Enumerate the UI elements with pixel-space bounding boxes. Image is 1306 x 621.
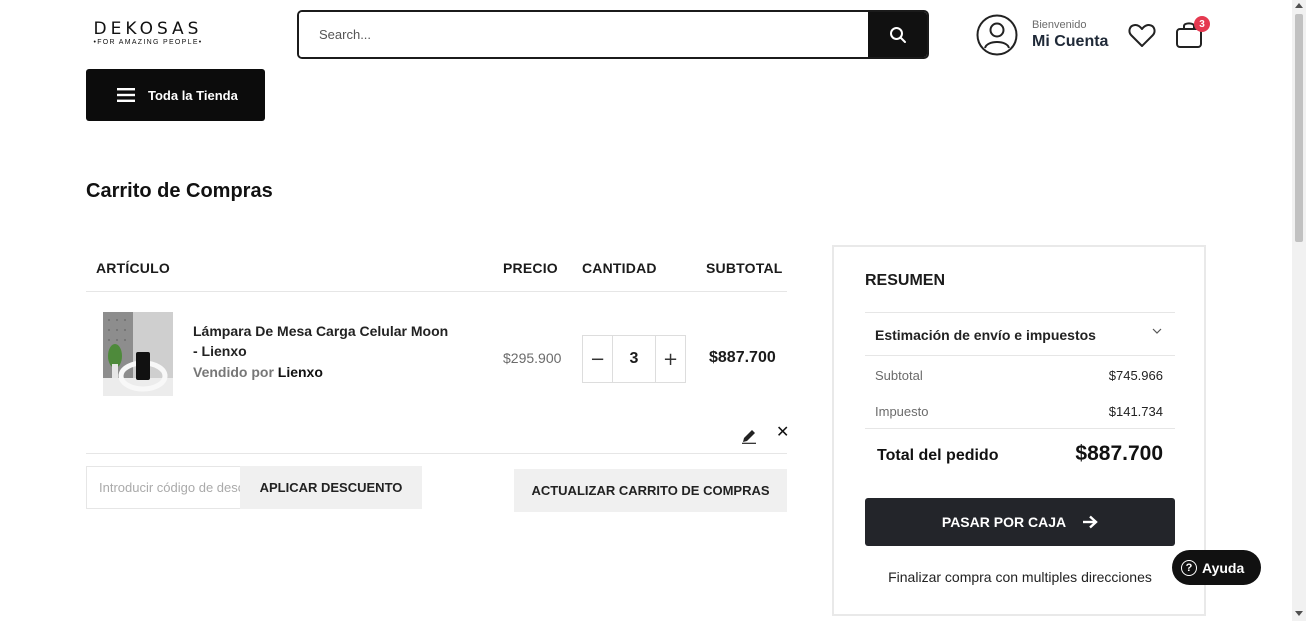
- edit-icon[interactable]: [741, 428, 757, 444]
- account-menu[interactable]: Bienvenido Mi Cuenta: [976, 14, 1108, 56]
- product-price: $295.900: [503, 350, 562, 366]
- help-label: Ayuda: [1202, 559, 1245, 576]
- account-welcome: Bienvenido: [1032, 19, 1087, 31]
- page-title: Carrito de Compras: [86, 180, 273, 202]
- update-cart-button[interactable]: ACTUALIZAR CARRITO DE COMPRAS: [514, 469, 787, 512]
- order-total-value: $887.700: [1075, 442, 1163, 465]
- tax-value: $141.734: [1108, 404, 1163, 419]
- cart-count-badge: 3: [1194, 16, 1210, 32]
- checkout-button[interactable]: PASAR POR CAJA: [865, 498, 1175, 546]
- quantity-increment-button[interactable]: +: [656, 336, 685, 382]
- column-header-item: ARTÍCULO: [96, 260, 170, 276]
- product-subtotal: $887.700: [709, 349, 776, 366]
- product-image[interactable]: [103, 312, 173, 396]
- scroll-up-arrow[interactable]: [1295, 3, 1303, 8]
- sold-by-label: Vendido por: [193, 364, 274, 380]
- close-icon[interactable]: ✕: [776, 424, 790, 440]
- help-button[interactable]: ? Ayuda: [1172, 550, 1261, 585]
- help-icon: ?: [1181, 559, 1197, 576]
- divider: [865, 355, 1175, 356]
- summary-title: RESUMEN: [865, 272, 946, 289]
- quantity-input[interactable]: 3: [612, 336, 656, 382]
- search-bar: [297, 10, 929, 59]
- user-icon: [976, 14, 1018, 56]
- search-icon: [889, 26, 906, 43]
- search-input[interactable]: [299, 12, 871, 57]
- checkout-label: PASAR POR CAJA: [941, 514, 1067, 530]
- menu-icon: [117, 88, 135, 102]
- heart-icon[interactable]: [1127, 20, 1157, 50]
- shipping-estimate-toggle[interactable]: Estimación de envío e impuestos: [875, 327, 1096, 343]
- seller-name[interactable]: Lienxo: [278, 364, 323, 380]
- all-store-label: Toda la Tienda: [148, 87, 238, 103]
- page-scrollbar[interactable]: [1292, 0, 1306, 621]
- arrow-right-icon: [1083, 515, 1098, 529]
- column-header-quantity: CANTIDAD: [582, 260, 657, 276]
- order-total-label: Total del pedido: [877, 447, 999, 464]
- chevron-down-icon[interactable]: [1151, 325, 1163, 337]
- multi-address-checkout-link[interactable]: Finalizar compra con multiples direccion…: [865, 569, 1175, 585]
- divider: [86, 453, 787, 454]
- logo-tagline: •FOR AMAZING PEOPLE•: [93, 39, 203, 46]
- apply-discount-button[interactable]: APLICAR DESCUENTO: [240, 466, 422, 509]
- scroll-thumb[interactable]: [1295, 14, 1303, 242]
- divider: [865, 428, 1175, 429]
- quantity-stepper: − 3 +: [582, 335, 686, 383]
- scroll-down-arrow[interactable]: [1295, 611, 1303, 616]
- tax-label: Impuesto: [875, 404, 929, 419]
- product-photo: [103, 312, 173, 396]
- search-button[interactable]: [868, 12, 927, 57]
- all-store-button[interactable]: Toda la Tienda: [86, 69, 265, 121]
- column-header-price: PRECIO: [503, 260, 558, 276]
- product-seller: Vendido por Lienxo: [193, 364, 323, 380]
- product-name-link[interactable]: Lámpara De Mesa Carga Celular Moon - Lie…: [193, 321, 453, 361]
- logo[interactable]: DEKOSAS •FOR AMAZING PEOPLE•: [90, 20, 206, 46]
- account-name: Mi Cuenta: [1032, 33, 1109, 50]
- subtotal-label: Subtotal: [875, 368, 923, 383]
- subtotal-value: $745.966: [1108, 368, 1163, 383]
- column-header-subtotal: SUBTOTAL: [706, 260, 783, 276]
- divider: [86, 291, 787, 292]
- order-summary: RESUMEN Estimación de envío e impuestos …: [832, 245, 1206, 616]
- cart-button[interactable]: 3: [1174, 16, 1210, 52]
- divider: [865, 312, 1175, 313]
- logo-wordmark: DEKOSAS: [93, 19, 203, 39]
- quantity-decrement-button[interactable]: −: [583, 336, 612, 382]
- discount-code-input[interactable]: [86, 466, 241, 509]
